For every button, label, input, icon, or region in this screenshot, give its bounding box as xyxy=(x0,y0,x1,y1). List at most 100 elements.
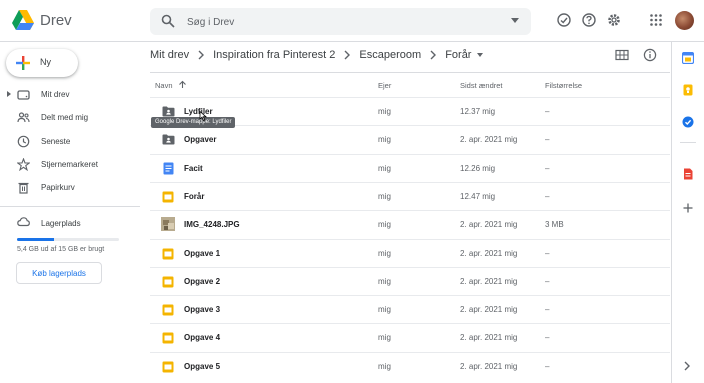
file-size: – xyxy=(545,248,550,258)
sidebar-item-recent[interactable]: Seneste xyxy=(0,131,140,153)
file-name: Opgave 5 xyxy=(184,361,221,371)
file-owner: mig xyxy=(378,248,391,258)
file-owner: mig xyxy=(378,220,391,230)
column-header-owner[interactable]: Ejer xyxy=(378,81,391,90)
file-modified: 2. apr. 2021 mig xyxy=(460,333,518,343)
file-owner: mig xyxy=(378,276,391,286)
table-row[interactable]: Opgave 2 mig 2. apr. 2021 mig – xyxy=(150,266,670,295)
file-size: – xyxy=(545,361,550,371)
chevron-right-icon xyxy=(430,50,437,60)
search-box[interactable] xyxy=(150,8,531,35)
sidebar-item-starred[interactable]: Stjernemarkeret xyxy=(0,154,140,176)
file-owner: mig xyxy=(378,305,391,315)
folder-menu-dropdown-icon[interactable] xyxy=(477,53,484,57)
google-slides-icon xyxy=(162,332,174,344)
sidebar-item-label: Stjernemarkeret xyxy=(41,160,98,169)
file-modified: 12.26 mig xyxy=(460,163,496,173)
breadcrumb-item-inspiration[interactable]: Inspiration fra Pinterest 2 xyxy=(213,49,335,61)
clock-icon xyxy=(17,135,30,148)
file-owner: mig xyxy=(378,107,391,116)
tasks-icon[interactable] xyxy=(682,116,694,128)
file-modified: 12.37 mig xyxy=(460,107,496,116)
search-input[interactable] xyxy=(187,14,487,30)
offline-status-icon[interactable] xyxy=(556,12,572,28)
storage-usage-bar xyxy=(17,238,119,241)
file-name: Opgave 3 xyxy=(184,305,221,315)
file-size: – xyxy=(545,276,550,286)
column-header-name[interactable]: Navn xyxy=(155,81,173,90)
buy-storage-button[interactable]: Køb lagerplads xyxy=(16,262,102,284)
search-icon[interactable] xyxy=(161,14,175,28)
storage-usage-text: 5,4 GB ud af 15 GB er brugt xyxy=(17,246,105,253)
sidebar-item-trash[interactable]: Papirkurv xyxy=(0,177,140,199)
breadcrumb-item-escaperoom[interactable]: Escaperoom xyxy=(359,49,421,61)
add-addon-plus-icon[interactable] xyxy=(682,202,694,214)
people-icon xyxy=(17,112,30,123)
breadcrumb-item-current[interactable]: Forår xyxy=(445,49,471,61)
expand-arrow-icon[interactable] xyxy=(7,91,11,97)
breadcrumb: Mit drev Inspiration fra Pinterest 2 Esc… xyxy=(150,45,484,65)
calendar-icon[interactable] xyxy=(682,52,694,64)
pdf-addon-icon[interactable] xyxy=(682,168,694,180)
google-docs-icon xyxy=(163,162,174,175)
sidebar-item-label: Mit drev xyxy=(41,90,70,99)
sidebar-divider xyxy=(0,206,140,207)
shared-folder-icon xyxy=(162,106,175,117)
file-name: Facit xyxy=(184,163,203,173)
file-size: – xyxy=(545,305,550,315)
trash-icon xyxy=(18,182,29,194)
grid-view-icon[interactable] xyxy=(615,48,629,62)
sidebar-item-label: Seneste xyxy=(41,137,71,146)
chevron-right-icon xyxy=(344,50,351,60)
table-row[interactable]: Opgave 1 mig 2. apr. 2021 mig – xyxy=(150,238,670,267)
file-modified: 2. apr. 2021 mig xyxy=(460,220,518,230)
file-modified: 2. apr. 2021 mig xyxy=(460,361,518,371)
toolbar-divider xyxy=(150,72,670,73)
file-owner: mig xyxy=(378,333,391,343)
help-icon[interactable] xyxy=(581,12,597,28)
table-row[interactable]: Forår mig 12.47 mig – xyxy=(150,181,670,210)
file-modified: 2. apr. 2021 mig xyxy=(460,248,518,258)
search-options-icon[interactable] xyxy=(510,17,520,25)
file-owner: mig xyxy=(378,191,391,201)
settings-gear-icon[interactable] xyxy=(606,12,622,28)
sidebar-item-shared-with-me[interactable]: Delt med mig xyxy=(0,107,140,129)
tooltip: Google Drev-mappe: Lydfiler xyxy=(151,117,236,128)
table-row[interactable]: Opgave 3 mig 2. apr. 2021 mig – xyxy=(150,295,670,323)
file-name: Opgave 2 xyxy=(184,276,221,286)
image-thumbnail-icon xyxy=(161,217,175,232)
chevron-right-icon xyxy=(198,50,205,60)
sidebar-item-label: Papirkurv xyxy=(41,183,75,192)
column-header-size[interactable]: Filstørrelse xyxy=(545,81,582,90)
sidebar-item-label: Delt med mig xyxy=(41,113,89,122)
chevron-right-icon[interactable] xyxy=(683,361,691,371)
sort-arrow-up-icon[interactable] xyxy=(178,80,187,89)
side-panel-divider xyxy=(680,142,696,143)
file-owner: mig xyxy=(378,361,391,371)
table-row[interactable]: Opgave 5 mig 2. apr. 2021 mig – xyxy=(150,351,670,380)
new-button[interactable]: Ny xyxy=(6,49,78,77)
file-size: – xyxy=(545,191,550,201)
info-icon[interactable] xyxy=(643,48,657,62)
table-row[interactable]: Opgave 4 mig 2. apr. 2021 mig – xyxy=(150,323,670,351)
file-modified: 12.47 mig xyxy=(460,191,496,201)
app-name: Drev xyxy=(40,12,72,29)
drive-logo-icon[interactable] xyxy=(12,10,34,30)
file-owner: mig xyxy=(378,163,391,173)
side-panel xyxy=(671,42,704,383)
file-name: Forår xyxy=(184,191,205,201)
top-bar: Drev xyxy=(0,0,704,42)
table-row[interactable]: IMG_4248.JPG mig 2. apr. 2021 mig 3 MB xyxy=(150,210,670,238)
drive-icon xyxy=(17,90,30,100)
breadcrumb-item-my-drive[interactable]: Mit drev xyxy=(150,49,189,61)
file-owner: mig xyxy=(378,135,391,145)
sidebar-item-my-drive[interactable]: Mit drev xyxy=(0,84,140,106)
keep-icon[interactable] xyxy=(682,84,694,96)
table-row[interactable]: Facit mig 12.26 mig – xyxy=(150,153,670,182)
shared-folder-icon xyxy=(162,134,175,145)
apps-grid-icon[interactable] xyxy=(648,12,664,28)
column-header-modified[interactable]: Sidst ændret xyxy=(460,81,503,90)
file-name: Opgave 1 xyxy=(184,248,221,258)
account-avatar[interactable] xyxy=(675,11,694,30)
table-row[interactable]: Opgaver mig 2. apr. 2021 mig – xyxy=(150,125,670,153)
